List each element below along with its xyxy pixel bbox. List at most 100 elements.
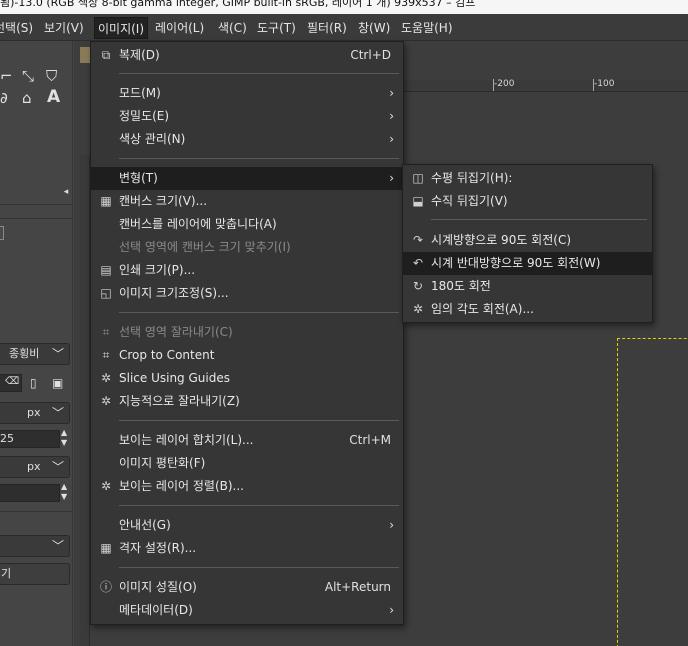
bucket-tool-icon[interactable]: ⛉ [46, 67, 57, 85]
info-icon: ⓘ [99, 580, 112, 594]
flip-vertical-icon: ⬓ [412, 194, 424, 208]
menu-item-metadata[interactable]: 메타데이터(D) › [91, 599, 403, 622]
menu-item-label: 임의 각도 회전(A)... [431, 302, 534, 316]
chevron-right-icon: › [389, 171, 394, 185]
window-title: 됨)-13.0 (RGB 색상 8-bit gamma integer, GIM… [0, 0, 476, 9]
bottom-button[interactable]: 기 [0, 563, 70, 585]
ratio-combo[interactable]: 종횡비 ﹀ [0, 343, 70, 365]
chevron-down-icon: ﹀ [51, 347, 64, 361]
menu-image[interactable]: 이미지(I) [94, 17, 149, 39]
clear-icon[interactable]: ⌫ [5, 374, 19, 390]
flip-horizontal-icon: ◫ [412, 171, 424, 185]
menu-layer[interactable]: 레이어(L) [155, 17, 204, 39]
configure-arrow-icon[interactable]: ◂ [59, 186, 73, 200]
menu-help[interactable]: 도움말(H) [401, 17, 453, 39]
menu-filters[interactable]: 필터(R) [307, 17, 347, 39]
menu-item-canvas-size[interactable]: ▦ 캔버스 크기(V)... [91, 190, 403, 213]
menu-item-transform[interactable]: 변형(T) › [91, 167, 403, 190]
menu-item-flip-vertical[interactable]: ⬓ 수직 뒤집기(V) [403, 190, 652, 213]
align-layers-icon: ✲ [100, 479, 112, 493]
arbitrary-rotate-icon: ✲ [412, 302, 424, 316]
text-tool-icon[interactable]: A [47, 88, 60, 106]
clear-field[interactable]: ⌫ [0, 374, 22, 392]
menu-item-duplicate[interactable]: ⧉ 복제(D) Ctrl+D [91, 44, 403, 67]
smudge-tool-icon[interactable]: ∂ [0, 89, 8, 107]
menu-item-scale-image[interactable]: ◱ 이미지 크기조정(S)... [91, 282, 403, 305]
menu-item-label: Slice Using Guides [119, 371, 230, 385]
menu-item-crop-to-content[interactable]: ⌗ Crop to Content [91, 344, 403, 367]
menu-item-label: 180도 회전 [431, 279, 491, 293]
menu-separator [119, 420, 399, 421]
menu-item-label: 지능적으로 잘라내기(Z) [119, 394, 240, 408]
menu-item-label: 인쇄 크기(P)... [119, 263, 196, 277]
menu-item-configure-grid[interactable]: ▦ 격자 설정(R)... [91, 537, 403, 560]
value-field-2[interactable] [0, 484, 60, 502]
restore-icon[interactable] [0, 226, 4, 240]
transform-tool-icon[interactable]: ⤡ [22, 67, 34, 85]
image-menu: ⧉ 복제(D) Ctrl+D 모드(M) › 정밀도(E) › 색상 관리(N)… [90, 41, 404, 625]
crop-tool-icon[interactable]: ⌐ [0, 67, 13, 85]
menu-item-image-properties[interactable]: ⓘ 이미지 성질(O) Alt+Return [91, 576, 403, 599]
print-size-icon: ▤ [100, 263, 112, 277]
menu-colors[interactable]: 색(C) [218, 17, 247, 39]
horizontal-ruler[interactable]: -200 -100 [403, 79, 688, 92]
menu-item-label: 모드(M) [119, 86, 161, 100]
toolbox-panel: ⌐ ⤡ ⛉ ∂ ⌂ A ◂ 종횡비 ﹀ ⌫ ▯ ▣ px ﹀ 25 ▲ ▼ px … [0, 41, 73, 646]
dropper-tool-icon[interactable]: ⌂ [22, 89, 32, 107]
menu-item-label: 시계 반대방향으로 90도 회전(W) [431, 256, 601, 270]
menu-item-label: 이미지 평탄화(F) [119, 456, 206, 470]
rotate-cw-icon: ↷ [412, 233, 424, 247]
menu-item-rotate-ccw[interactable]: ↶ 시계 반대방향으로 90도 회전(W) [403, 252, 652, 275]
scale-image-icon: ◱ [100, 286, 112, 300]
menubar: 선택(S) 보기(V) 이미지(I) 레이어(L) 색(C) 도구(T) 필터(… [0, 14, 688, 41]
unit-label-1: px [27, 406, 41, 419]
spin-arrows-icon[interactable]: ▲ ▼ [61, 482, 67, 502]
menu-item-precision[interactable]: 정밀도(E) › [91, 105, 403, 128]
menu-item-rotate-cw[interactable]: ↷ 시계방향으로 90도 회전(C) [403, 229, 652, 252]
menu-item-label: 보이는 레이어 정렬(B)... [119, 479, 244, 493]
menu-select[interactable]: 선택(S) [0, 17, 33, 39]
menu-item-flip-horizontal[interactable]: ◫ 수평 뒤집기(H): [403, 167, 652, 190]
selection-marquee [617, 338, 688, 646]
mode-combo[interactable]: ﹀ [0, 535, 70, 557]
ratio-combo-label: 종횡비 [9, 347, 40, 360]
menu-item-mode[interactable]: 모드(M) › [91, 82, 403, 105]
image-icon[interactable]: ▣ [52, 374, 63, 392]
menu-item-zealous-crop[interactable]: ✲ 지능적으로 잘라내기(Z) [91, 390, 403, 413]
unit-combo-2[interactable]: px ﹀ [0, 456, 70, 478]
value-field[interactable]: 25 [0, 430, 60, 448]
menu-item-slice-using-guides[interactable]: ✲ Slice Using Guides [91, 367, 403, 390]
menu-item-print-size[interactable]: ▤ 인쇄 크기(P)... [91, 259, 403, 282]
menu-item-merge-visible-layers[interactable]: 보이는 레이어 합치기(L)... Ctrl+M [91, 429, 403, 452]
menu-tools[interactable]: 도구(T) [257, 17, 296, 39]
ruler-label: -100 [594, 79, 615, 89]
unit-label-2: px [27, 460, 41, 473]
menu-item-color-management[interactable]: 색상 관리(N) › [91, 128, 403, 151]
menu-separator [431, 219, 647, 220]
menu-item-accel: Ctrl+D [350, 48, 391, 62]
menu-item-guides[interactable]: 안내선(G) › [91, 514, 403, 537]
zealous-crop-icon: ✲ [100, 394, 112, 408]
unit-combo-1[interactable]: px ﹀ [0, 402, 70, 424]
chevron-right-icon: › [389, 109, 394, 123]
menu-item-fit-canvas-to-layers[interactable]: 캔버스를 레이어에 맞춥니다(A) [91, 213, 403, 236]
chevron-down-icon: ﹀ [51, 460, 64, 474]
menu-item-fit-canvas-to-selection[interactable]: 선택 영역에 캔버스 크기 맞추기(I) [91, 236, 403, 259]
menu-item-arbitrary-rotation[interactable]: ✲ 임의 각도 회전(A)... [403, 298, 652, 321]
menu-item-label: 정밀도(E) [119, 109, 170, 123]
duplicate-icon: ⧉ [101, 48, 111, 62]
document-icon[interactable]: ▯ [30, 374, 37, 392]
menu-view[interactable]: 보기(V) [44, 17, 84, 39]
menu-item-align-visible-layers[interactable]: ✲ 보이는 레이어 정렬(B)... [91, 475, 403, 498]
vertical-ruler[interactable] [80, 155, 90, 646]
menu-item-label: 선택 영역 잘라내기(C) [119, 325, 233, 339]
slice-guides-icon: ✲ [100, 371, 112, 385]
menu-windows[interactable]: 창(W) [358, 17, 390, 39]
chevron-right-icon: › [389, 518, 394, 532]
divider [0, 511, 72, 512]
menu-item-flatten-image[interactable]: 이미지 평탄화(F) [91, 452, 403, 475]
chevron-right-icon: › [389, 132, 394, 146]
menu-item-crop-to-selection[interactable]: ⌗ 선택 영역 잘라내기(C) [91, 321, 403, 344]
spin-arrows-icon[interactable]: ▲ ▼ [61, 428, 67, 448]
menu-item-rotate-180[interactable]: ↻ 180도 회전 [403, 275, 652, 298]
